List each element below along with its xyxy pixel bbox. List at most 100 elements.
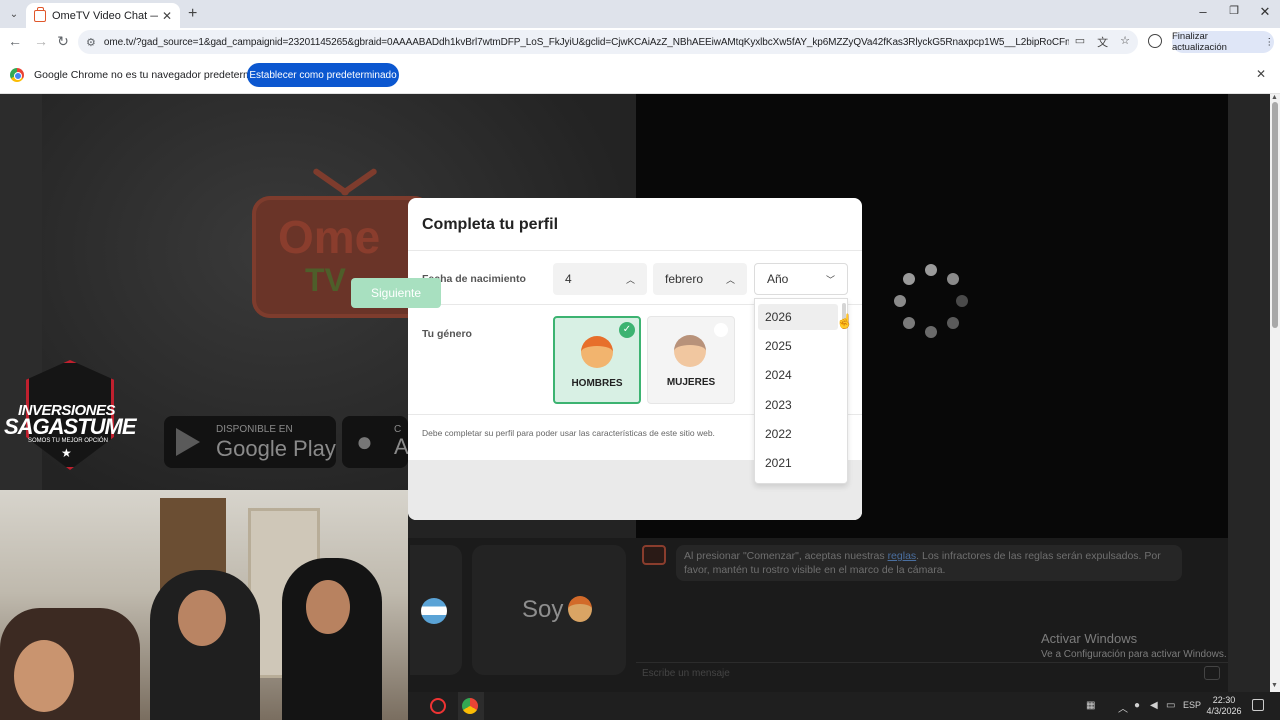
scrollbar-thumb[interactable] [1272,102,1278,328]
infobar-close-icon[interactable]: ✕ [1256,67,1266,81]
app-store-button[interactable]: ● C A [342,416,408,468]
scroll-down-icon[interactable]: ▼ [1271,682,1278,689]
activate-title: Activar Windows [1041,631,1138,646]
reload-icon[interactable]: ↻ [54,33,72,50]
year-placeholder: Año [767,272,789,286]
year-option[interactable]: 2024 [758,362,838,388]
hand-cursor-icon: ☝ [836,313,854,329]
clock-time: 22:30 [1212,695,1236,705]
profile-notice: Debe completar su perfil para poder usar… [422,428,715,438]
apple-icon: ● [356,426,373,457]
obs-app-icon[interactable] [430,698,446,714]
chevron-up-icon: ︿ [625,274,635,285]
next-button[interactable]: Siguiente [351,278,441,308]
translate-icon[interactable]: 文 [1097,34,1108,50]
loading-spinner [894,264,968,338]
year-select[interactable]: Año ﹀ [754,263,848,295]
year-dropdown-list[interactable]: 2026 2025 2024 2023 2022 2021 [754,298,848,484]
tab-search-icon[interactable]: ⌄ [6,6,22,22]
streamer-webcam [0,490,408,720]
month-value: febrero [665,272,704,286]
minimize-button[interactable]: – [1188,4,1218,19]
rules-message: Al presionar "Comenzar", aceptas nuestra… [684,549,1164,577]
close-window-button[interactable]: ✕ [1250,4,1280,20]
gender-label: Tu género [422,328,472,340]
brand-line2: SAGASTUME [4,414,137,439]
checkmark-icon: ✓ [619,322,635,338]
tv-antenna-icon [310,165,380,199]
year-option[interactable]: 2022 [758,421,838,447]
star-icon: ★ [61,446,72,460]
rules-prefix: Al presionar "Comenzar", aceptas nuestra… [684,550,888,562]
chevron-up-icon: ︿ [725,274,735,285]
female-label: MUJERES [666,377,716,388]
chrome-taskbar-icon[interactable] [462,698,478,714]
scroll-up-icon[interactable]: ▲ [1271,94,1278,101]
volume-icon[interactable]: ◀ [1150,700,1158,711]
site-info-icon[interactable]: ⚙ [86,36,96,49]
update-label: Finalizar actualización [1172,31,1227,53]
network-icon[interactable]: ▭ [1166,700,1175,711]
notifications-icon[interactable] [1252,699,1264,711]
ometv-favicon-icon [34,6,46,22]
honduras-flag-icon [421,598,447,624]
chrome-logo-icon [10,68,24,82]
year-option[interactable]: 2026 [758,304,838,330]
logo-tv-text: TV [305,262,346,298]
set-default-button[interactable]: Establecer como predeterminado [247,63,399,87]
google-play-button[interactable]: DISPONIBLE EN Google Play [164,416,336,468]
activate-subtitle: Ve a Configuración para activar Windows. [1041,649,1227,660]
chat-input-placeholder: Escribe un mensaje [642,668,730,679]
activate-windows-watermark: Activar Windows Ve a Configuración para … [1041,631,1227,660]
empty-radio-icon [714,323,728,337]
rules-link[interactable]: reglas [888,550,917,562]
page-scrollbar[interactable]: ▲ ▼ [1270,94,1280,692]
profile-icon[interactable] [1148,34,1162,48]
google-play-big-text: Google Play [216,436,336,461]
restore-button[interactable]: ❐ [1219,4,1249,17]
brand-tagline: SOMOS TU MEJOR OPCIÓN [28,438,108,444]
bookmark-star-icon[interactable]: ☆ [1120,34,1130,50]
keyboard-icon[interactable]: ▦ [1086,700,1095,711]
address-bar[interactable]: ⚙ ome.tv/?gad_source=1&gad_campaignid=23… [78,30,1138,54]
month-select[interactable]: febrero ︿ [653,263,747,295]
google-play-small-text: DISPONIBLE EN [216,424,293,435]
new-tab-button[interactable]: + [188,5,197,23]
taskbar-clock[interactable]: 22:30 4/3/2026 [1202,695,1246,717]
send-icon[interactable] [1204,666,1220,680]
logo-ome-text: Ome [278,211,381,263]
install-app-icon[interactable]: ▭ [1075,34,1085,50]
soy-label: Soy [522,596,564,623]
year-option[interactable]: 2021 [758,450,838,476]
more-menu-icon[interactable]: ⋮ [1265,37,1275,48]
tab-ometv[interactable]: OmeTV Video Chat — Omegle ✕ [26,3,180,28]
boy-emoji-icon [568,596,592,622]
default-browser-infobar: Google Chrome no es tu navegador predete… [0,56,1280,94]
girl-avatar-icon [674,335,706,367]
gender-female-option[interactable]: MUJERES [647,316,735,404]
male-label: HOMBRES [571,378,623,389]
day-select[interactable]: 4 ︿ [553,263,647,295]
gender-male-option[interactable]: ✓ HOMBRES [553,316,641,404]
boy-avatar-icon [581,336,613,368]
back-icon[interactable]: ← [6,33,24,49]
clock-date: 4/3/2026 [1206,706,1242,716]
ometv-chat-icon [642,545,666,565]
microphone-icon[interactable]: ● [1134,700,1140,711]
url-text[interactable]: ome.tv/?gad_source=1&gad_campaignid=2320… [104,37,1069,48]
year-option[interactable]: 2023 [758,392,838,418]
tray-chevron-icon[interactable]: ︿ [1118,700,1128,715]
infobar-message: Google Chrome no es tu navegador predete… [34,69,278,81]
google-play-icon [176,428,200,456]
tab-strip: ⌄ OmeTV Video Chat — Omegle ✕ + – ❐ ✕ [0,0,1280,28]
forward-icon[interactable]: → [32,33,50,49]
day-value: 4 [565,272,572,286]
inversiones-logo: INVERSIONES SAGASTUME SOMOS TU MEJOR OPC… [4,360,137,470]
chevron-down-icon: ﹀ [825,274,835,285]
language-indicator[interactable]: ESP [1183,700,1201,710]
year-option[interactable]: 2025 [758,333,838,359]
update-button[interactable]: Finalizar actualización ⋮ [1172,31,1274,53]
browser-toolbar: ← → ↻ ⚙ ome.tv/?gad_source=1&gad_campaig… [0,28,1280,56]
modal-title: Completa tu perfil [422,216,559,233]
tab-close-icon[interactable]: ✕ [162,9,172,23]
